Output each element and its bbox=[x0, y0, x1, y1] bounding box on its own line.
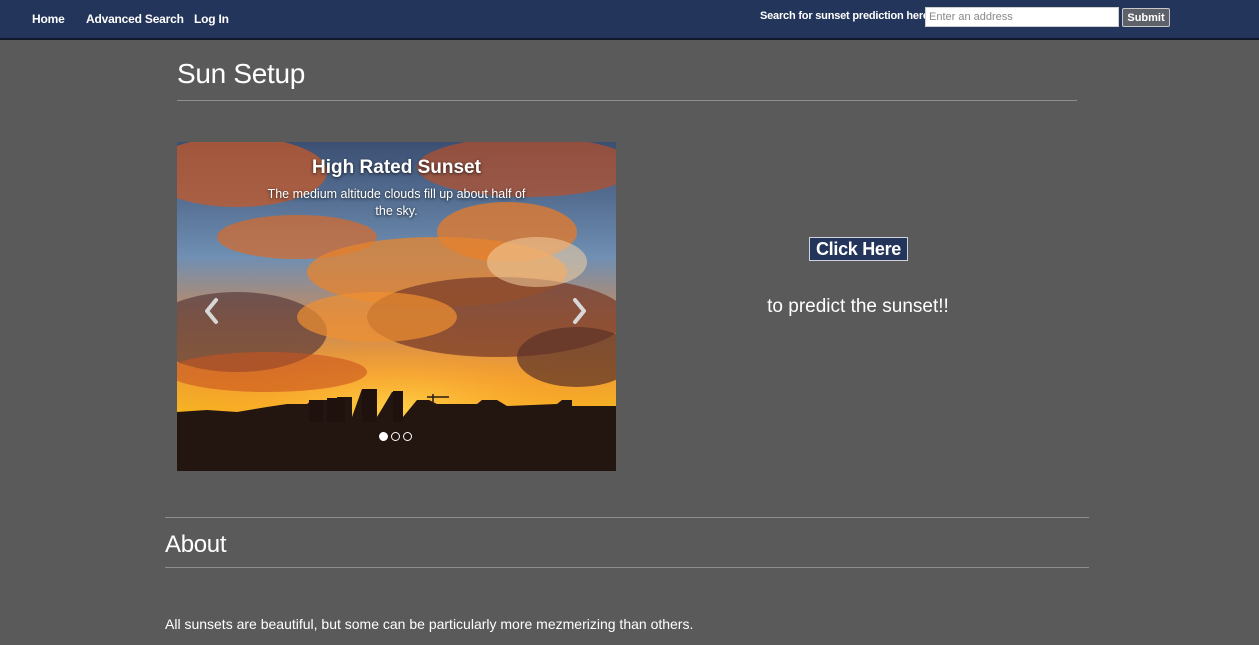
title-divider bbox=[177, 100, 1077, 101]
address-search-input[interactable] bbox=[925, 7, 1119, 27]
chevron-left-icon bbox=[205, 298, 218, 324]
nav-advanced-search-link[interactable]: Advanced Search bbox=[86, 12, 184, 26]
carousel-caption-title: High Rated Sunset bbox=[312, 157, 481, 178]
search-label: Search for sunset prediction here bbox=[760, 10, 929, 22]
about-top-divider bbox=[165, 517, 1089, 518]
carousel-next-button[interactable] bbox=[567, 296, 591, 326]
carousel-indicator-2[interactable] bbox=[391, 432, 400, 441]
about-heading: About bbox=[165, 531, 227, 558]
about-bottom-divider bbox=[165, 567, 1089, 568]
click-here-button[interactable]: Click Here bbox=[809, 237, 908, 261]
carousel-prev-button[interactable] bbox=[200, 296, 224, 326]
page-title: Sun Setup bbox=[177, 58, 306, 89]
nav-home-link[interactable]: Home bbox=[32, 12, 65, 26]
carousel-indicator-3[interactable] bbox=[403, 432, 412, 441]
submit-button[interactable]: Submit bbox=[1122, 8, 1170, 27]
about-text: All sunsets are beautiful, but some can … bbox=[165, 616, 694, 632]
carousel-caption-text: The medium altitude clouds fill up about… bbox=[267, 187, 526, 218]
carousel-indicator-1[interactable] bbox=[379, 432, 388, 441]
nav-login-link[interactable]: Log In bbox=[194, 12, 229, 26]
cta-text: to predict the sunset!! bbox=[767, 296, 949, 317]
top-navbar: Home Advanced Search Log In Search for s… bbox=[0, 0, 1259, 40]
chevron-right-icon bbox=[573, 298, 586, 324]
